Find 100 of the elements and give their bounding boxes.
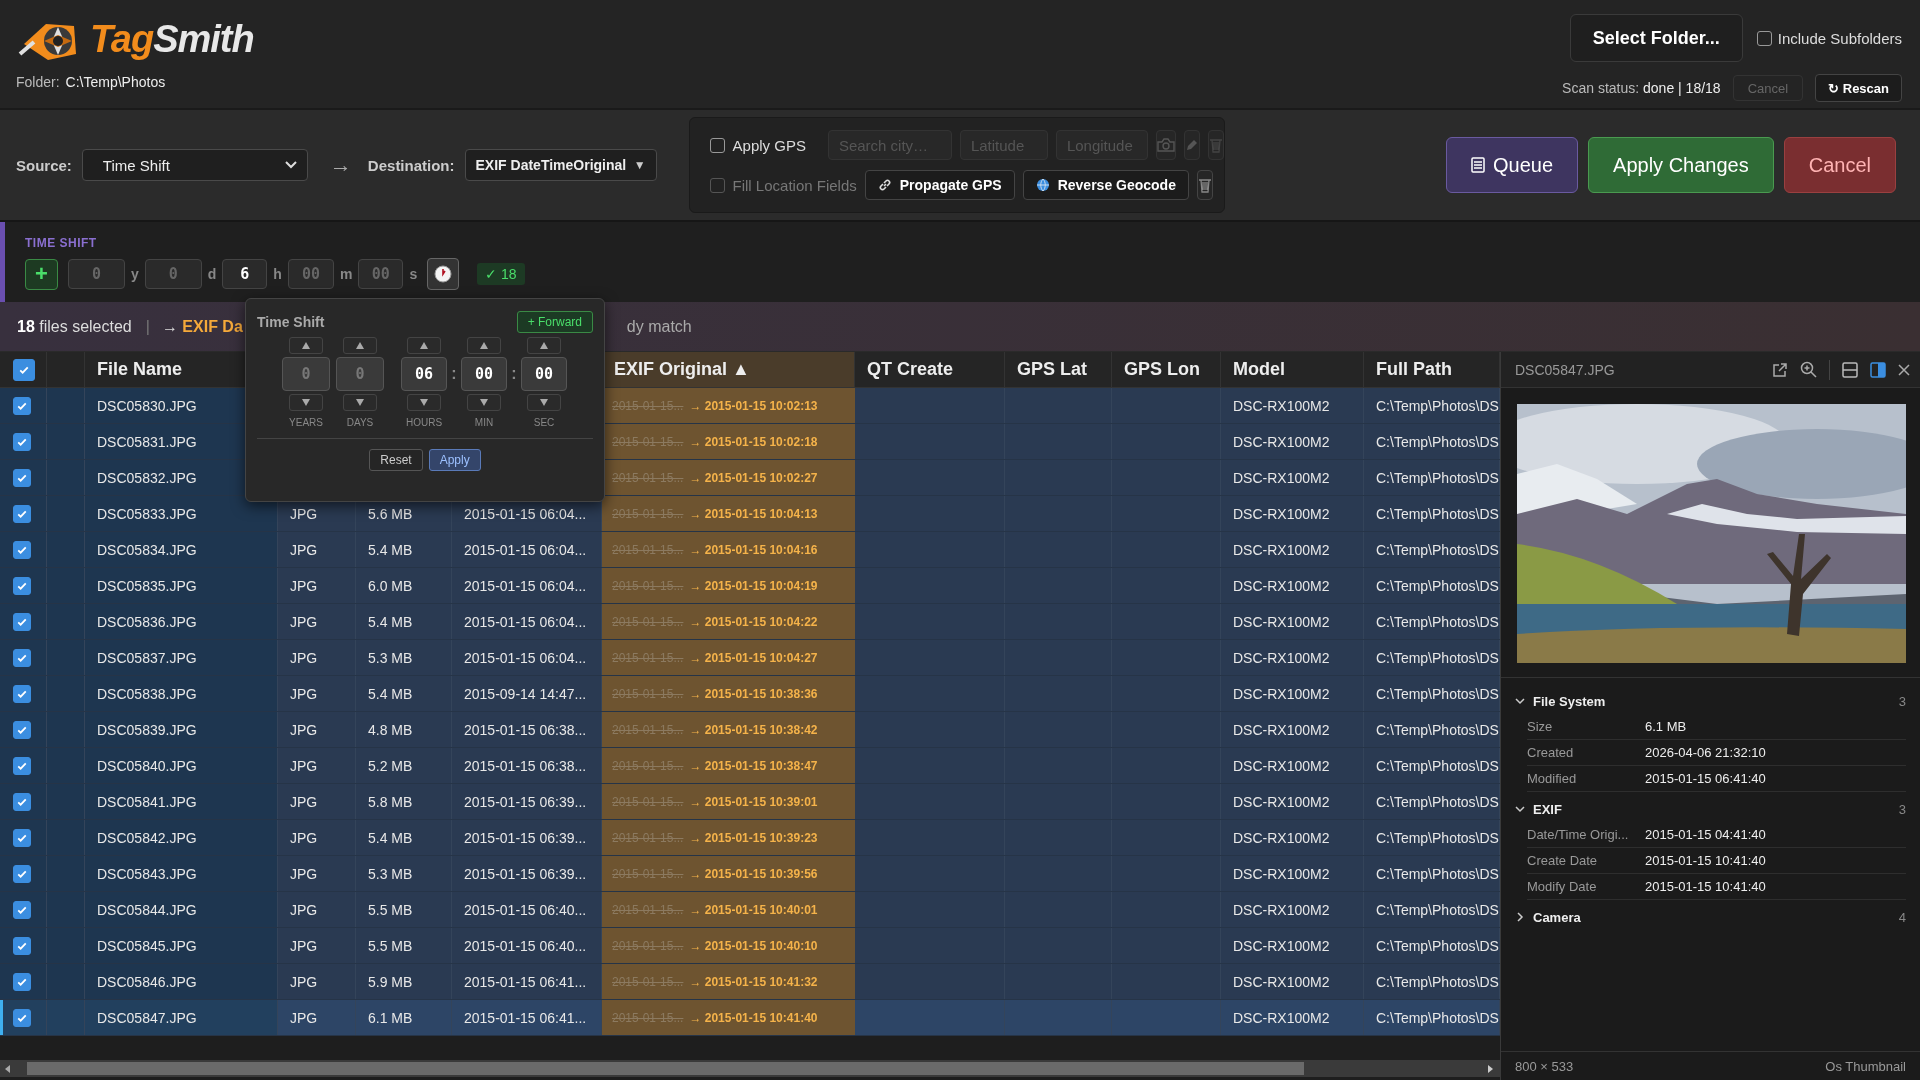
trash-button[interactable]	[1196, 170, 1213, 200]
checkbox[interactable]	[13, 612, 31, 631]
time-field[interactable]: 0	[144, 259, 202, 289]
checkbox[interactable]	[13, 828, 31, 847]
checkbox[interactable]	[13, 504, 31, 523]
time-field[interactable]: 00	[287, 259, 334, 289]
preview-file-name: DSC05847.JPG	[1515, 361, 1615, 378]
checkbox[interactable]	[13, 540, 31, 559]
file-type-cell: JPG	[278, 784, 356, 819]
model-cell: DSC-RX100M2	[1221, 640, 1364, 675]
checkbox[interactable]	[13, 936, 31, 955]
globe-icon	[1035, 178, 1050, 192]
apply-changes-button[interactable]: Apply Changes	[1588, 137, 1774, 193]
increment-button[interactable]	[527, 337, 561, 354]
file-name-cell-text: DSC05835.JPG	[96, 577, 197, 594]
decrement-button[interactable]	[467, 394, 501, 411]
rescan-button[interactable]: ↻ Rescan	[1815, 74, 1902, 102]
select-folder-button[interactable]: Select Folder...	[1569, 14, 1743, 62]
decrement-button[interactable]	[343, 394, 377, 411]
column-header[interactable]: File Name	[97, 359, 183, 380]
propagate-gps-button[interactable]: Propagate GPS	[864, 170, 1015, 200]
property-label: Size	[1527, 719, 1554, 734]
source-dropdown[interactable]: Time Shift	[81, 149, 308, 181]
new-date-text: → 2015-01-15 10:04:13	[689, 506, 818, 521]
close-icon[interactable]	[1898, 363, 1910, 376]
destination-dropdown[interactable]: EXIF DateTimeOriginal ▼	[464, 149, 657, 181]
checkbox[interactable]	[13, 358, 35, 381]
section-header[interactable]: EXIF 3	[1515, 796, 1906, 822]
column-header[interactable]: GPS Lat	[1017, 359, 1087, 380]
increment-button[interactable]	[407, 337, 441, 354]
checkbox-label: Fill Location Fields	[732, 176, 857, 194]
scrollbar-thumb[interactable]	[27, 1062, 1304, 1075]
new-date-text: → 2015-01-15 10:04:19	[689, 578, 818, 593]
queue-button[interactable]: Queue	[1446, 137, 1579, 193]
section-header[interactable]: Camera 4	[1515, 904, 1906, 930]
file-size-cell: 4.8 MB	[356, 712, 452, 747]
model-cell: DSC-RX100M2	[1221, 820, 1364, 855]
file-type-cell: JPG	[278, 856, 356, 891]
time-field[interactable]: 0	[68, 259, 125, 289]
increment-button[interactable]	[343, 337, 377, 354]
checkbox[interactable]	[13, 972, 31, 991]
checkbox[interactable]	[13, 684, 31, 703]
clock-button[interactable]	[427, 258, 460, 290]
checkbox[interactable]	[13, 1008, 31, 1027]
file-name-cell-text: DSC05843.JPG	[96, 865, 197, 882]
file-type-cell: JPG	[278, 820, 356, 855]
caret-up-icon	[420, 342, 428, 349]
increment-button[interactable]	[467, 337, 501, 354]
chevron-down-icon	[1515, 696, 1525, 706]
column-header[interactable]: Model	[1233, 359, 1285, 380]
decrement-button[interactable]	[407, 394, 441, 411]
caret-down-icon	[480, 399, 488, 406]
reset-button[interactable]: Reset	[369, 449, 423, 471]
column-header[interactable]: GPS Lon	[1124, 359, 1200, 380]
forward-button[interactable]: + Forward	[516, 311, 593, 333]
column-header[interactable]: QT Create	[867, 359, 954, 380]
spinner-field[interactable]: 0	[282, 357, 330, 391]
cancel-button[interactable]: Cancel	[1783, 137, 1896, 193]
property-label: Date/Time Origi...	[1527, 827, 1630, 842]
spinner-field[interactable]: 06	[401, 357, 447, 391]
split-vertical-icon[interactable]	[1870, 361, 1886, 378]
checkbox[interactable]	[709, 137, 725, 153]
checkbox[interactable]	[13, 792, 31, 811]
model-cell: DSC-RX100M2	[1221, 856, 1364, 891]
model-cell: DSC-RX100M2	[1221, 748, 1364, 783]
file-size-cell: 5.8 MB	[356, 784, 452, 819]
checkbox[interactable]	[13, 576, 31, 595]
checkbox[interactable]	[13, 756, 31, 775]
section-header[interactable]: File System 3	[1515, 688, 1906, 714]
zoom-in-icon[interactable]	[1800, 361, 1817, 378]
time-field[interactable]: 6	[222, 259, 268, 289]
checkbox[interactable]	[13, 432, 31, 451]
column-header[interactable]: Full Path	[1376, 359, 1452, 380]
checkbox[interactable]	[13, 396, 31, 415]
external-link-icon[interactable]	[1772, 361, 1788, 378]
reverse-geocode-button[interactable]: Reverse Geocode	[1022, 170, 1189, 200]
time-field[interactable]: 00	[358, 259, 404, 289]
link-icon	[877, 178, 892, 192]
list-icon	[1471, 157, 1485, 173]
checkbox[interactable]	[13, 468, 31, 487]
split-horizontal-icon[interactable]	[1842, 361, 1858, 378]
checkbox[interactable]	[13, 720, 31, 739]
section-title: TIME SHIFT	[25, 236, 98, 250]
checkbox[interactable]	[13, 648, 31, 667]
checkbox[interactable]	[13, 900, 31, 919]
caret-up-icon	[356, 342, 364, 349]
checkbox[interactable]	[1756, 30, 1772, 46]
time-separator: :	[451, 365, 457, 383]
new-date-text: → 2015-01-15 10:41:40	[689, 1010, 818, 1025]
apply-button[interactable]: Apply	[428, 449, 481, 471]
spinner-field[interactable]: 0	[336, 357, 384, 391]
spinner-field[interactable]: 00	[521, 357, 567, 391]
checkbox[interactable]	[13, 864, 31, 883]
scroll-left-icon[interactable]	[4, 1063, 12, 1074]
increment-button[interactable]	[289, 337, 323, 354]
scroll-right-icon[interactable]	[1486, 1063, 1494, 1074]
decrement-button[interactable]	[289, 394, 323, 411]
direction-button[interactable]: +	[25, 258, 58, 290]
spinner-field[interactable]: 00	[461, 357, 507, 391]
decrement-button[interactable]	[527, 394, 561, 411]
